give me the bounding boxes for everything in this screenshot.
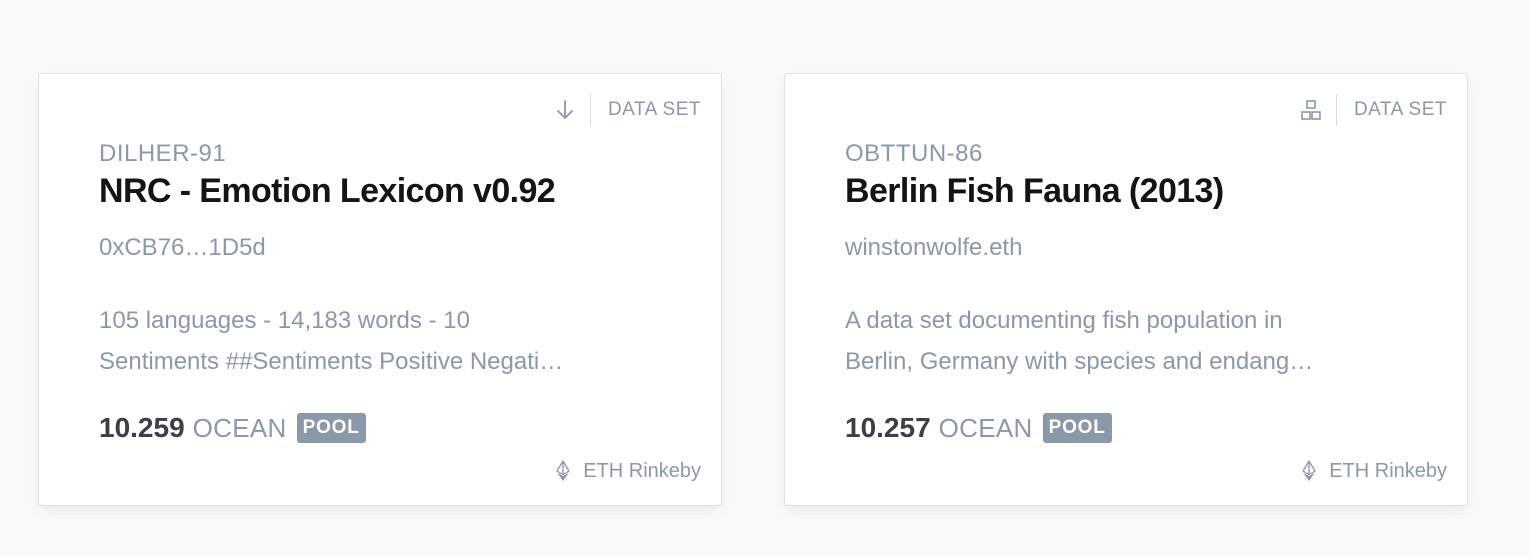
- type-divider: [1335, 94, 1337, 126]
- price-value: 10.257: [845, 412, 931, 443]
- network-label: ETH Rinkeby: [583, 459, 701, 482]
- asset-network: ETH Rinkeby: [1302, 458, 1447, 484]
- datatoken-symbol: DILHER-91: [99, 140, 227, 167]
- description-line: Berlin, Germany with species and endang…: [845, 348, 1314, 375]
- asset-network: ETH Rinkeby: [556, 458, 701, 484]
- network-label: ETH Rinkeby: [1329, 459, 1447, 482]
- price-token: OCEAN: [938, 412, 1033, 443]
- asset-description: A data set documenting fish population i…: [845, 300, 1410, 382]
- pool-badge: POOL: [1042, 413, 1112, 443]
- description-line: 105 languages - 14,183 words - 10: [99, 307, 470, 334]
- asset-owner[interactable]: winstonwolfe.eth: [845, 234, 1022, 262]
- price-token: OCEAN: [192, 412, 287, 443]
- description-line: A data set documenting fish population i…: [845, 307, 1283, 334]
- pool-badge: POOL: [296, 413, 366, 443]
- datatoken-symbol: OBTTUN-86: [845, 140, 983, 167]
- asset-owner[interactable]: 0xCB76…1D5d: [99, 234, 266, 262]
- type-divider: [589, 94, 591, 126]
- asset-price: 10.259 OCEAN POOL: [99, 410, 366, 446]
- download-arrow-icon: [554, 99, 576, 121]
- price-value: 10.259: [99, 412, 185, 443]
- asset-type-label: DATA SET: [1353, 99, 1447, 120]
- asset-description: 105 languages - 14,183 words - 10 Sentim…: [99, 300, 664, 382]
- asset-type: DATA SET: [1300, 94, 1447, 126]
- compute-nodes-icon: [1300, 99, 1322, 121]
- asset-type-label: DATA SET: [607, 99, 701, 120]
- asset-title[interactable]: Berlin Fish Fauna (2013): [845, 172, 1224, 211]
- asset-type: DATA SET: [554, 94, 701, 126]
- asset-card[interactable]: DATA SET OBTTUN-86 Berlin Fish Fauna (20…: [784, 73, 1468, 506]
- description-line: Sentiments ##Sentiments Positive Negati…: [99, 348, 564, 375]
- asset-card[interactable]: DATA SET DILHER-91 NRC - Emotion Lexicon…: [38, 73, 722, 506]
- asset-price: 10.257 OCEAN POOL: [845, 410, 1112, 446]
- asset-title[interactable]: NRC - Emotion Lexicon v0.92: [99, 172, 556, 211]
- ethereum-icon: [556, 460, 570, 482]
- ethereum-icon: [1302, 460, 1316, 482]
